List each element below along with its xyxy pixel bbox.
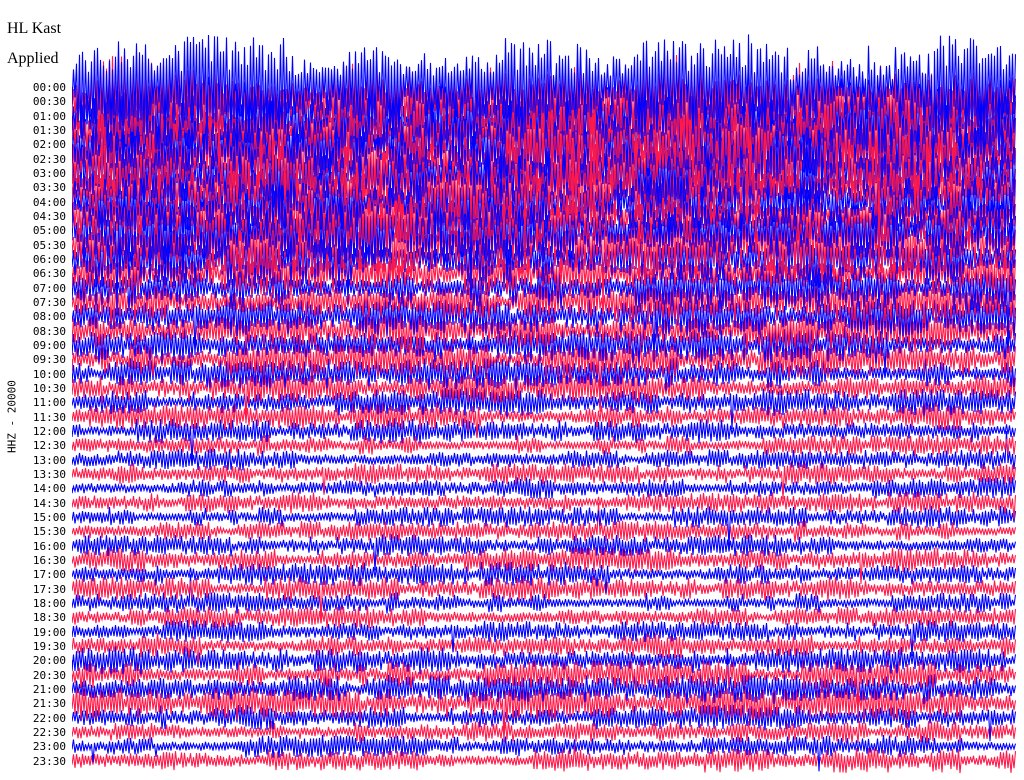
time-label: 13:00: [32, 453, 66, 467]
time-label: 10:00: [32, 367, 66, 381]
time-label: 18:30: [32, 611, 66, 625]
time-label: 20:00: [32, 654, 66, 668]
time-label: 08:00: [32, 310, 66, 324]
time-label: 23:30: [32, 754, 66, 768]
time-label: 11:00: [32, 396, 66, 410]
trace-row-2230: [72, 720, 1016, 743]
time-label: 19:00: [32, 625, 66, 639]
time-label: 07:00: [32, 281, 66, 295]
time-label: 11:30: [32, 410, 66, 424]
time-label: 23:00: [32, 740, 66, 754]
time-label: 22:30: [32, 725, 66, 739]
time-label: 15:30: [32, 525, 66, 539]
time-label: 16:00: [32, 539, 66, 553]
time-label: 06:00: [32, 252, 66, 266]
time-label: 00:30: [32, 95, 66, 109]
time-label: 12:30: [32, 439, 66, 453]
helicorder-plot: [72, 34, 1016, 774]
time-label: 04:30: [32, 209, 66, 223]
time-label: 21:30: [32, 697, 66, 711]
time-label: 09:30: [32, 353, 66, 367]
time-label: 01:00: [32, 109, 66, 123]
time-label: 22:00: [32, 711, 66, 725]
time-label: 01:30: [32, 123, 66, 137]
channel-label-container: HHZ - 20000: [2, 370, 22, 470]
time-label: 14:30: [32, 496, 66, 510]
time-label: 09:00: [32, 338, 66, 352]
time-label: 02:30: [32, 152, 66, 166]
time-label: 03:30: [32, 181, 66, 195]
time-label: 12:00: [32, 424, 66, 438]
time-label: 17:00: [32, 568, 66, 582]
time-label: 00:00: [32, 81, 66, 94]
time-label: 10:30: [32, 381, 66, 395]
time-label: 05:30: [32, 238, 66, 252]
time-label: 05:00: [32, 224, 66, 238]
time-label: 06:30: [32, 267, 66, 281]
time-label: 16:30: [32, 553, 66, 567]
time-label: 15:00: [32, 510, 66, 524]
time-label: 03:00: [32, 166, 66, 180]
time-label: 07:30: [32, 295, 66, 309]
time-label: 04:00: [32, 195, 66, 209]
time-label: 08:30: [32, 324, 66, 338]
time-label: 14:00: [32, 482, 66, 496]
time-label: 19:30: [32, 639, 66, 653]
time-label: 18:00: [32, 596, 66, 610]
time-label: 02:00: [32, 138, 66, 152]
time-label: 17:30: [32, 582, 66, 596]
time-label: 21:00: [32, 682, 66, 696]
time-label: 20:30: [32, 668, 66, 682]
time-label: 13:30: [32, 467, 66, 481]
channel-label: HHZ - 20000: [5, 380, 19, 453]
